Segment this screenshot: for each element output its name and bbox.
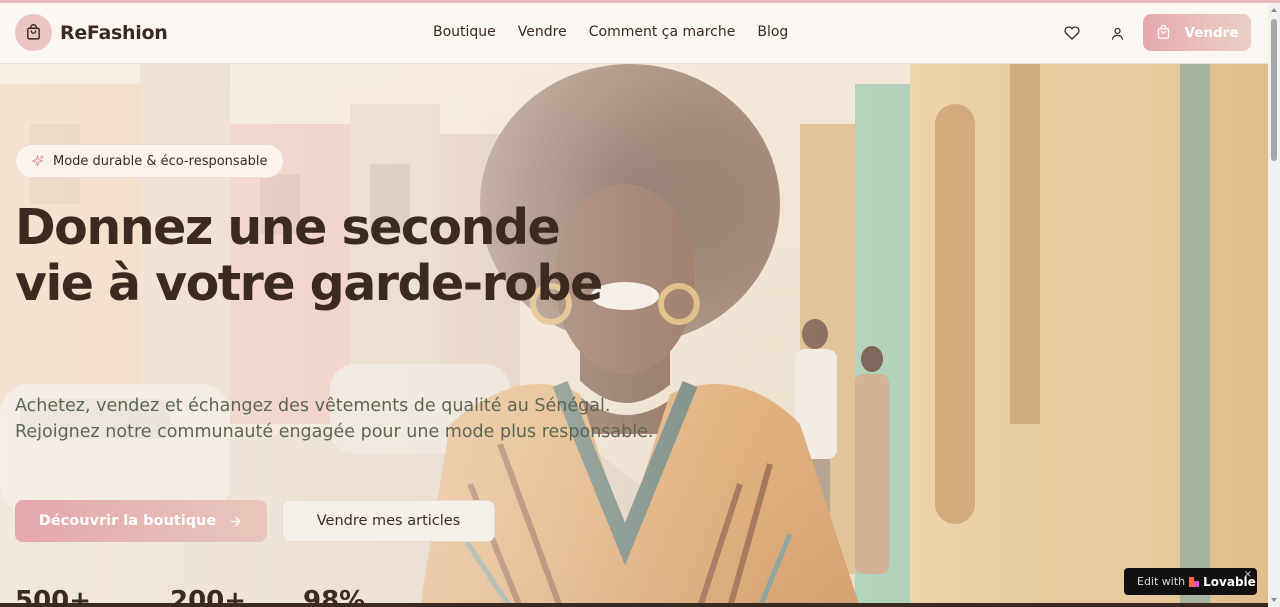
discover-shop-button[interactable]: Découvrir la boutique xyxy=(15,500,267,542)
hero-section: Mode durable & éco-responsable Donnez un… xyxy=(0,64,1268,607)
scroll-down-icon[interactable] xyxy=(1271,598,1277,602)
shopping-bag-icon xyxy=(1156,25,1171,40)
user-icon[interactable] xyxy=(1107,23,1127,43)
lovable-heart-icon xyxy=(1189,576,1200,587)
close-icon[interactable]: × xyxy=(1244,569,1252,580)
scroll-up-icon[interactable] xyxy=(1271,8,1277,12)
nav-blog[interactable]: Blog xyxy=(757,24,788,40)
lovable-edit-badge[interactable]: Edit with Lovable × xyxy=(1124,568,1257,595)
sell-items-button[interactable]: Vendre mes articles xyxy=(282,500,495,542)
nav-comment-ca-marche[interactable]: Comment ça marche xyxy=(589,24,736,40)
logo[interactable]: ReFashion xyxy=(15,14,168,51)
sell-items-label: Vendre mes articles xyxy=(316,513,461,529)
heart-icon[interactable] xyxy=(1062,23,1082,43)
scrollbar-thumb[interactable] xyxy=(1271,19,1277,161)
hero-title: Donnez une seconde vie à votre garde-rob… xyxy=(15,199,603,312)
arrow-right-icon xyxy=(228,514,243,529)
discover-shop-label: Découvrir la boutique xyxy=(38,513,217,529)
bottom-strip xyxy=(0,603,1268,607)
header-sell-label: Vendre xyxy=(1184,24,1239,41)
main-nav: Boutique Vendre Comment ça marche Blog xyxy=(433,24,788,40)
lovable-edit-prefix: Edit with xyxy=(1137,575,1186,588)
eco-badge: Mode durable & éco-responsable xyxy=(15,144,284,178)
eco-badge-label: Mode durable & éco-responsable xyxy=(53,153,268,169)
brand-name: ReFashion xyxy=(60,21,168,44)
header-sell-button[interactable]: Vendre xyxy=(1143,14,1251,51)
page-scrollbar[interactable] xyxy=(1268,3,1280,607)
hero-subtitle: Achetez, vendez et échangez des vêtement… xyxy=(15,396,654,442)
top-accent-line xyxy=(0,0,1280,3)
nav-vendre[interactable]: Vendre xyxy=(518,24,567,40)
sparkles-icon xyxy=(30,154,45,169)
nav-boutique[interactable]: Boutique xyxy=(433,24,496,40)
site-header: ReFashion Boutique Vendre Comment ça mar… xyxy=(0,3,1268,64)
shopping-bag-icon xyxy=(15,14,52,51)
